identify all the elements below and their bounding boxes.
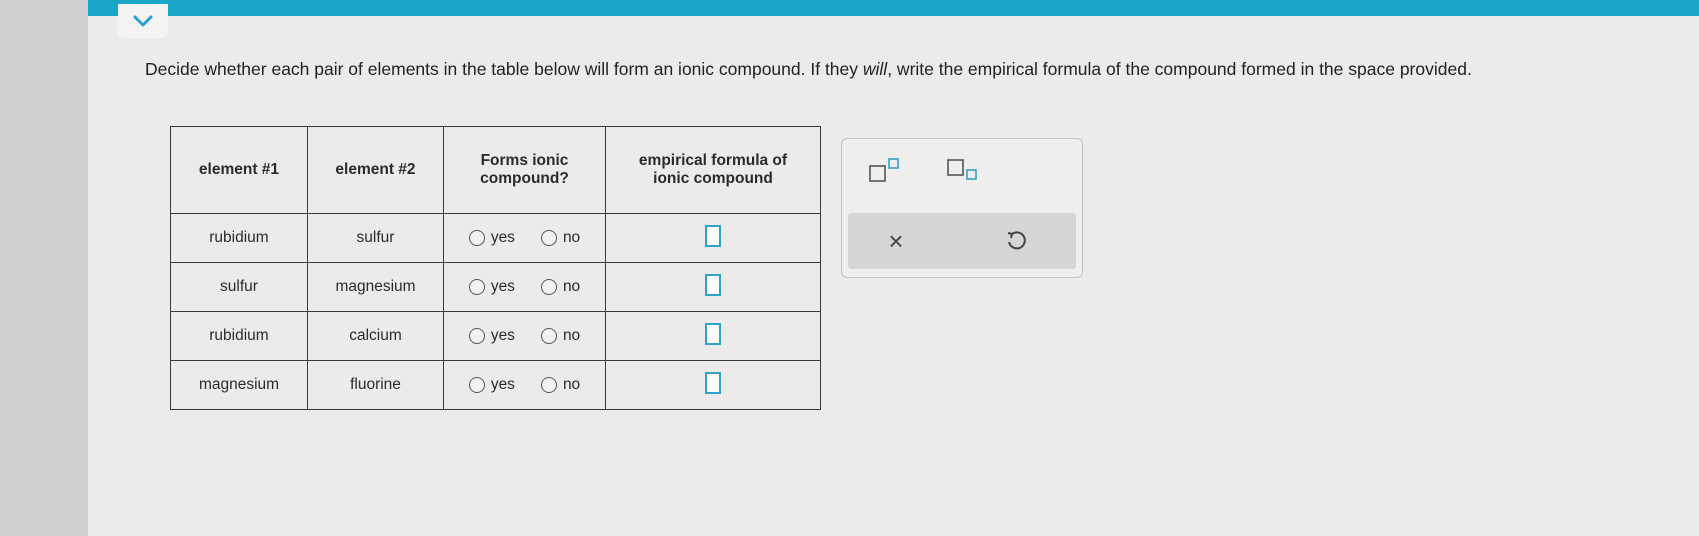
element1-cell: sulfur [170,262,308,312]
no-radio[interactable]: no [540,327,581,345]
table-header-row: element #1 element #2 Forms ionic compou… [170,126,821,214]
radio-circle[interactable] [468,279,485,295]
close-icon: × [888,225,904,256]
collapse-button[interactable] [118,4,168,38]
element2-cell: magnesium [307,262,444,312]
clear-button[interactable]: × [878,223,914,259]
element2-cell: fluorine [307,360,444,410]
table-row: magnesium fluorine yes no [170,360,821,410]
yes-radio[interactable]: yes [468,278,515,296]
element2-cell: sulfur [307,213,444,263]
undo-icon [1007,231,1026,250]
chevron-down-icon [133,15,153,27]
no-radio[interactable]: no [540,376,581,394]
formula-tool-panel: × [841,138,1083,278]
no-label: no [562,278,581,295]
elements-table: element #1 element #2 Forms ionic compou… [170,126,821,410]
forms-ionic-radio-group: yes no [445,278,604,296]
formula-answer-box[interactable] [705,224,721,247]
header-element2: element #2 [307,126,444,214]
question-text: Decide whether each pair of elements in … [145,60,1645,79]
radio-circle[interactable] [468,377,485,393]
header-empirical-formula: empirical formula of ionic compound [605,126,821,214]
formula-cell [605,213,821,263]
formula-answer-box[interactable] [705,273,721,296]
forms-ionic-radio-group: yes no [445,229,604,247]
header-formula-line1: empirical formula of [638,152,788,169]
screen-bezel [0,0,88,536]
top-accent-bar [88,0,1699,16]
no-label: no [562,229,581,246]
header-element1: element #1 [170,126,308,214]
subscript-icon [947,159,977,180]
table-row: rubidium calcium yes no [170,311,821,361]
formula-cell [605,360,821,410]
forms-ionic-radio-group: yes no [445,376,604,394]
header-forms-ionic-line1: Forms ionic [480,152,569,169]
forms-ionic-cell: yes no [443,213,606,263]
radio-circle[interactable] [540,377,557,393]
table-row: sulfur magnesium yes no [170,262,821,312]
element1-cell: rubidium [170,311,308,361]
radio-circle[interactable] [468,328,485,344]
header-formula-line2: ionic compound [653,170,773,187]
question-text-part2: , write the empirical formula of the com… [887,59,1472,79]
formula-answer-box[interactable] [705,371,721,394]
yes-radio[interactable]: yes [468,327,515,345]
yes-label: yes [490,327,515,344]
table-row: rubidium sulfur yes no [170,213,821,263]
question-text-emphasis: will [862,59,888,79]
header-forms-ionic: Forms ionic compound? [443,126,606,214]
undo-button[interactable] [998,223,1034,259]
no-label: no [562,327,581,344]
yes-label: yes [490,278,515,295]
element1-cell: rubidium [170,213,308,263]
subscript-button[interactable] [942,155,982,185]
formula-cell [605,311,821,361]
element1-cell: magnesium [170,360,308,410]
formula-answer-box[interactable] [705,322,721,345]
forms-ionic-radio-group: yes no [445,327,604,345]
formula-cell [605,262,821,312]
forms-ionic-cell: yes no [443,262,606,312]
yes-radio[interactable]: yes [468,376,515,394]
radio-circle[interactable] [468,230,485,246]
header-forms-ionic-line2: compound? [480,170,569,187]
action-row: × [848,213,1076,269]
radio-circle[interactable] [540,230,557,246]
no-radio[interactable]: no [540,229,581,247]
no-radio[interactable]: no [540,278,581,296]
element2-cell: calcium [307,311,444,361]
question-text-part1: Decide whether each pair of elements in … [145,59,863,79]
yes-radio[interactable]: yes [468,229,515,247]
superscript-icon [869,158,899,182]
forms-ionic-cell: yes no [443,311,606,361]
radio-circle[interactable] [540,328,557,344]
yes-label: yes [490,376,515,393]
forms-ionic-cell: yes no [443,360,606,410]
no-label: no [562,376,581,393]
radio-circle[interactable] [540,279,557,295]
superscript-button[interactable] [864,155,904,185]
yes-label: yes [490,229,515,246]
